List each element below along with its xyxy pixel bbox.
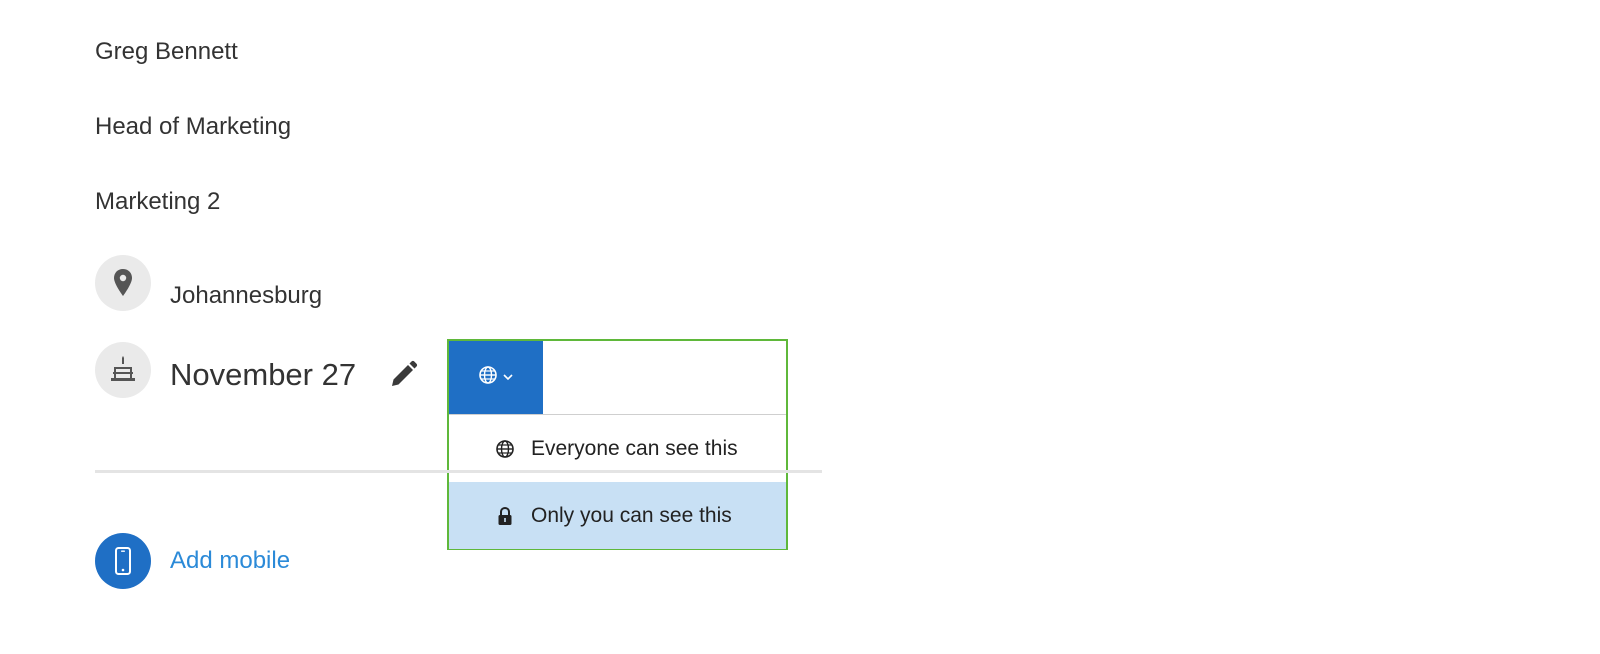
mobile-phone-icon[interactable] — [95, 533, 151, 589]
privacy-dropdown: Everyone can see this Only you can see t… — [447, 339, 788, 550]
location-pin-icon — [95, 255, 151, 311]
globe-icon — [478, 365, 498, 390]
privacy-selector-button[interactable] — [449, 341, 543, 414]
chevron-down-icon — [502, 369, 514, 387]
globe-icon — [493, 437, 517, 461]
privacy-option-label: Everyone can see this — [531, 436, 738, 460]
profile-name: Greg Bennett — [95, 38, 238, 65]
lock-icon — [493, 504, 517, 528]
section-divider — [95, 470, 822, 473]
profile-department: Marketing 2 — [95, 188, 221, 215]
add-mobile-link[interactable]: Add mobile — [170, 546, 290, 576]
privacy-option-only-you[interactable]: Only you can see this — [449, 482, 786, 549]
birthday-cake-icon — [95, 342, 151, 398]
privacy-option-label: Only you can see this — [531, 503, 732, 527]
profile-location: Johannesburg — [170, 282, 323, 309]
privacy-trigger-row — [449, 341, 786, 415]
profile-birthday: November 27 — [170, 357, 357, 392]
profile-job-title: Head of Marketing — [95, 113, 292, 140]
pencil-icon[interactable] — [386, 358, 420, 392]
